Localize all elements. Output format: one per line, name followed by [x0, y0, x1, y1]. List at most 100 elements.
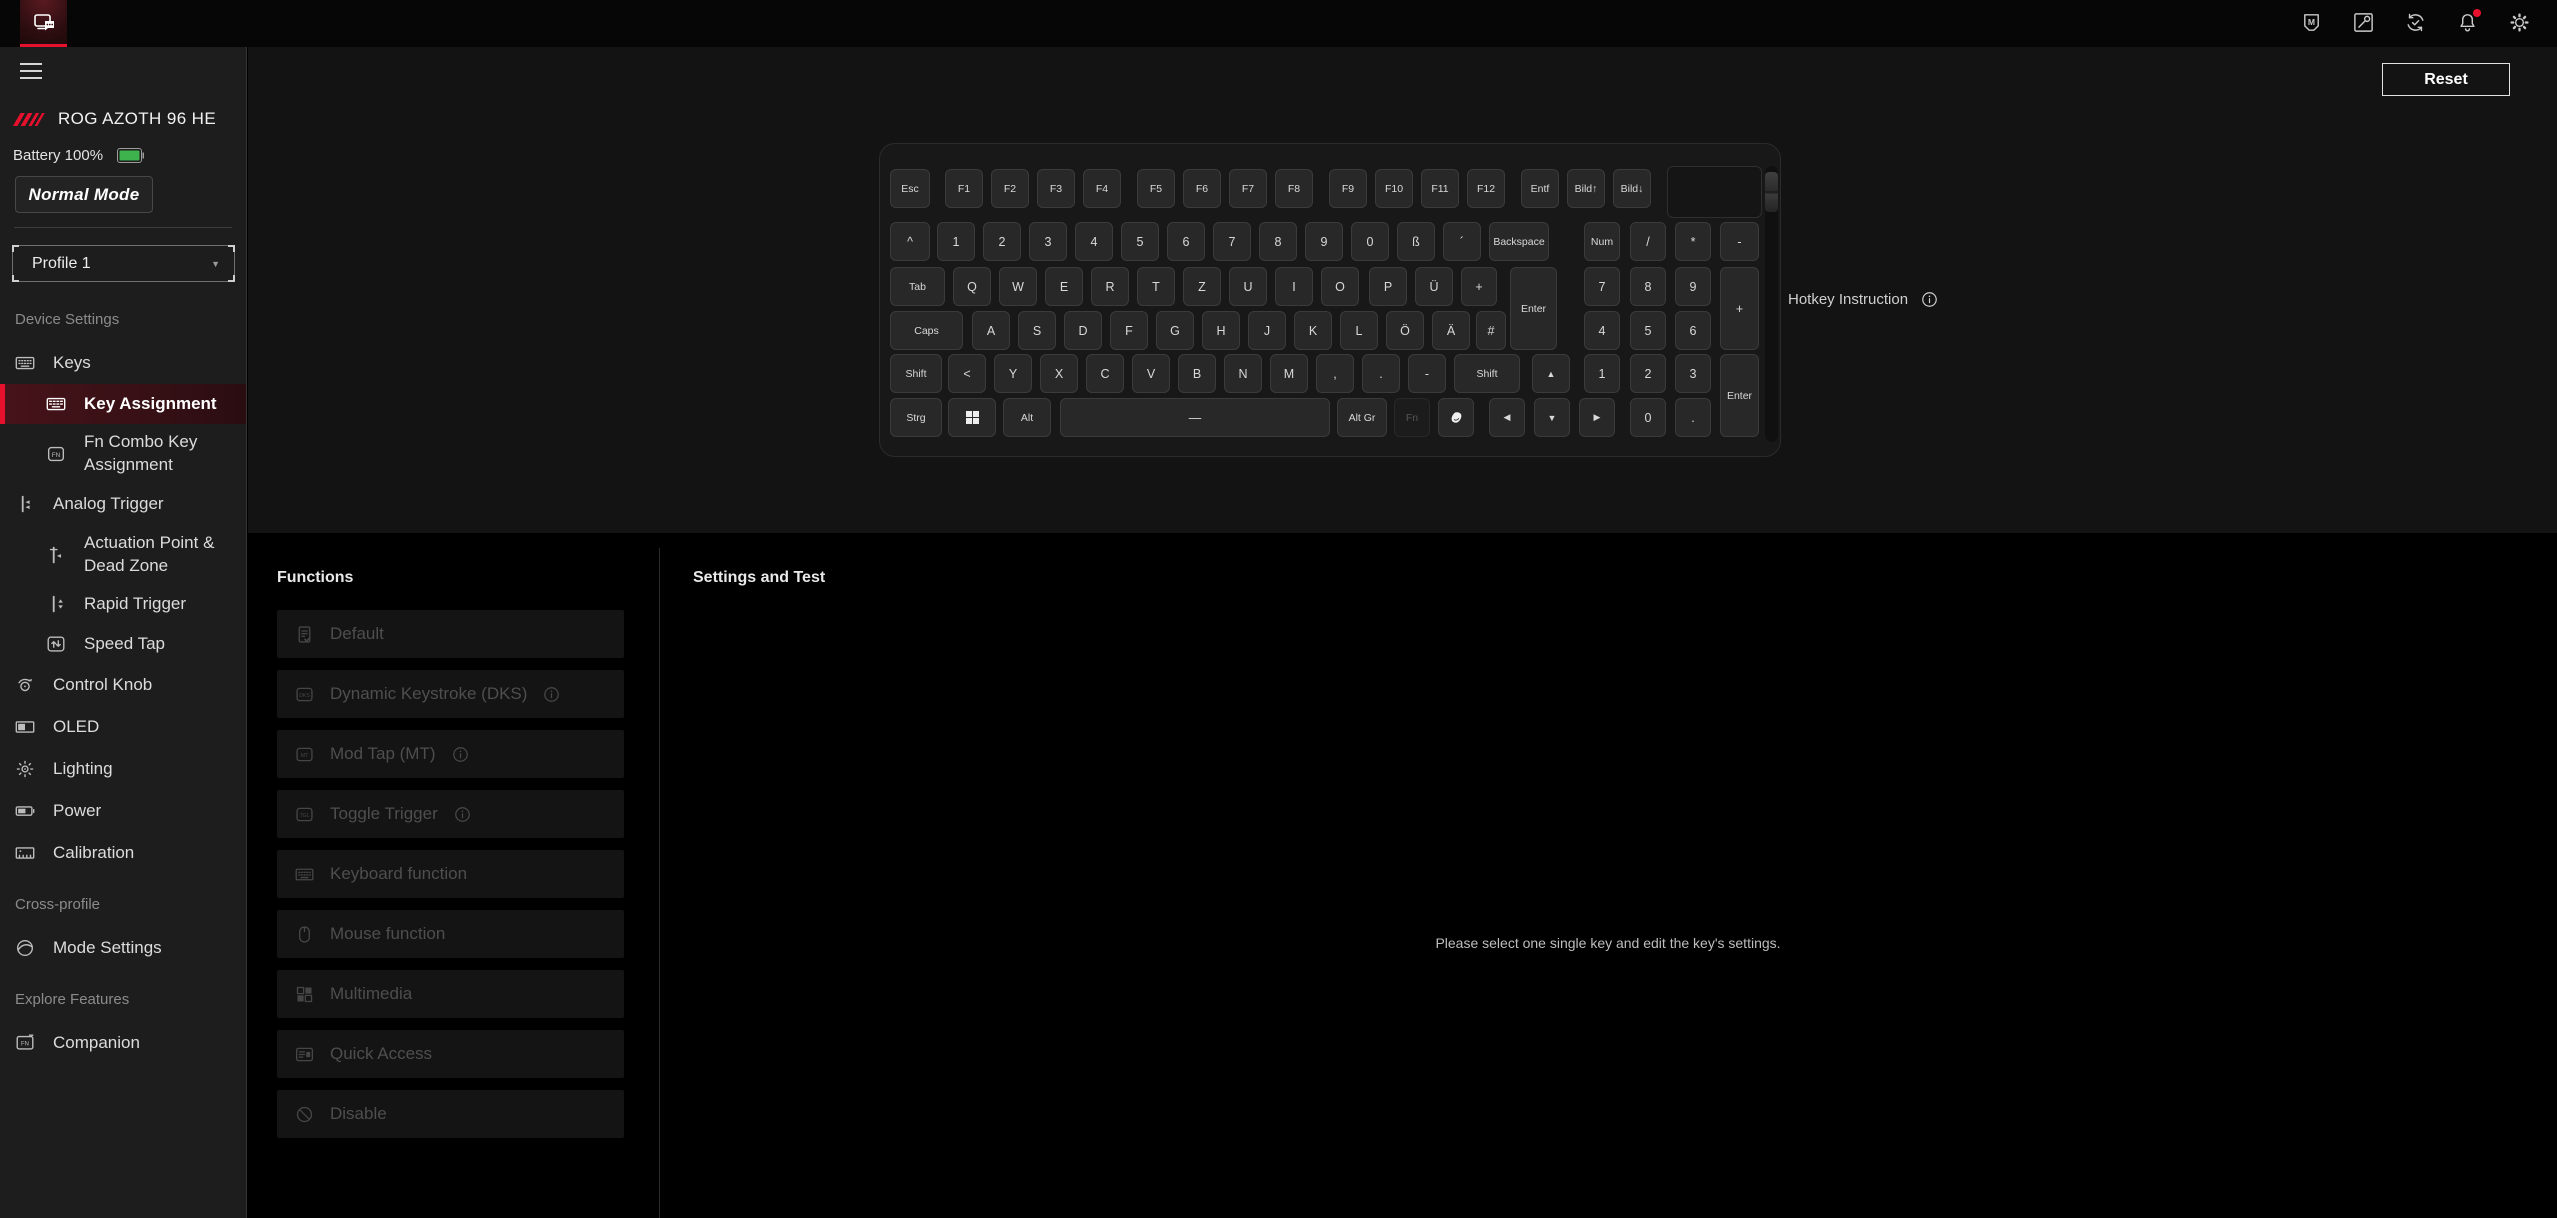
app-settings-icon[interactable] — [2508, 11, 2531, 34]
function-item-keyboard-function[interactable]: Keyboard function — [277, 850, 624, 898]
key-shift[interactable]: Shift — [1454, 354, 1520, 393]
reset-button[interactable]: Reset — [2382, 63, 2510, 96]
key-windows[interactable] — [948, 398, 996, 437]
numpad-key-6[interactable]: 6 — [1675, 311, 1711, 350]
key-o[interactable]: O — [1321, 267, 1359, 306]
key-f6[interactable]: F6 — [1183, 169, 1221, 208]
key-3[interactable]: 3 — [1029, 222, 1067, 261]
key-caret[interactable]: ^ — [890, 222, 930, 261]
function-item-mouse-function[interactable]: Mouse function — [277, 910, 624, 958]
sidebar-item-keys[interactable]: Keys — [0, 342, 246, 384]
key-g[interactable]: G — [1156, 311, 1194, 350]
key-z[interactable]: Z — [1183, 267, 1221, 306]
key-space[interactable]: — — [1060, 398, 1330, 437]
sidebar-item-control-knob[interactable]: Control Knob — [0, 664, 246, 706]
sidebar-item-calibration[interactable]: Calibration — [0, 832, 246, 874]
key-f1[interactable]: F1 — [945, 169, 983, 208]
key-v[interactable]: V — [1132, 354, 1170, 393]
key-2[interactable]: 2 — [983, 222, 1021, 261]
key-arrow-up[interactable]: ▲ — [1532, 354, 1570, 393]
key-less-than[interactable]: < — [948, 354, 986, 393]
key-key[interactable]: Ä — [1432, 311, 1470, 350]
key-w[interactable]: W — [999, 267, 1037, 306]
key-enter[interactable]: Enter — [1510, 267, 1557, 350]
numpad-key-1[interactable]: 1 — [1584, 354, 1620, 393]
key-f7[interactable]: F7 — [1229, 169, 1267, 208]
key-f9[interactable]: F9 — [1329, 169, 1367, 208]
sidebar-item-power[interactable]: Power — [0, 790, 246, 832]
menu-toggle-button[interactable] — [20, 62, 44, 80]
numpad-key-5[interactable]: 5 — [1630, 311, 1666, 350]
profile-select[interactable]: Profile 1 ▼ — [12, 245, 235, 282]
key-8[interactable]: 8 — [1259, 222, 1297, 261]
key-7[interactable]: 7 — [1213, 222, 1251, 261]
key-n[interactable]: N — [1224, 354, 1262, 393]
key-f12[interactable]: F12 — [1467, 169, 1505, 208]
key-fn[interactable]: Fn — [1394, 398, 1430, 437]
numpad-key-3[interactable]: 3 — [1675, 354, 1711, 393]
key-key[interactable]: Ü — [1415, 267, 1453, 306]
key-f5[interactable]: F5 — [1137, 169, 1175, 208]
tab-device-keyboard[interactable] — [20, 0, 67, 47]
numpad-key-enter[interactable]: Enter — [1720, 354, 1759, 437]
key-copilot[interactable] — [1438, 398, 1474, 437]
key-f10[interactable]: F10 — [1375, 169, 1413, 208]
key-j[interactable]: J — [1248, 311, 1286, 350]
key-alt-gr[interactable]: Alt Gr — [1337, 398, 1387, 437]
info-icon[interactable] — [451, 745, 470, 764]
numpad-key-7[interactable]: 7 — [1584, 267, 1620, 306]
key-f8[interactable]: F8 — [1275, 169, 1313, 208]
key-backspace[interactable]: Backspace — [1489, 222, 1549, 261]
sidebar-item-lighting[interactable]: Lighting — [0, 748, 246, 790]
numpad-key-plus[interactable]: + — [1720, 267, 1759, 350]
numpad-key-4[interactable]: 4 — [1584, 311, 1620, 350]
function-item-quick-access[interactable]: Quick Access — [277, 1030, 624, 1078]
key-tab[interactable]: Tab — [890, 267, 945, 306]
key-a[interactable]: A — [972, 311, 1010, 350]
key-arrow-right[interactable]: ▶ — [1579, 398, 1615, 437]
key-esc[interactable]: Esc — [890, 169, 930, 208]
key-r[interactable]: R — [1091, 267, 1129, 306]
key-key[interactable]: Ö — [1386, 311, 1424, 350]
key-4[interactable]: 4 — [1075, 222, 1113, 261]
key-5[interactable]: 5 — [1121, 222, 1159, 261]
function-item-toggle-trigger[interactable]: TGLToggle Trigger — [277, 790, 624, 838]
numpad-key-slash[interactable]: / — [1630, 222, 1666, 261]
key-l[interactable]: L — [1340, 311, 1378, 350]
numpad-key-minus[interactable]: - — [1720, 222, 1759, 261]
sidebar-item-mode-settings[interactable]: Mode Settings — [0, 927, 246, 969]
info-icon[interactable] — [542, 685, 561, 704]
sidebar-item-analog-trigger[interactable]: Analog Trigger — [0, 483, 246, 525]
key-0[interactable]: 0 — [1351, 222, 1389, 261]
notifications-icon[interactable] — [2456, 11, 2479, 34]
key-bild-up[interactable]: Bild↑ — [1567, 169, 1605, 208]
numpad-key-0[interactable]: 0 — [1630, 398, 1666, 437]
sidebar-item-rapid-trigger[interactable]: Rapid Trigger — [0, 584, 246, 624]
key-hash[interactable]: # — [1476, 311, 1506, 350]
control-knob[interactable] — [1765, 172, 1778, 212]
sidebar-item-fn-combo-key-assignment[interactable]: FNFn Combo Key Assignment — [0, 424, 246, 483]
key-p[interactable]: P — [1369, 267, 1407, 306]
key-y[interactable]: Y — [994, 354, 1032, 393]
numpad-key-asterisk[interactable]: * — [1675, 222, 1711, 261]
key-6[interactable]: 6 — [1167, 222, 1205, 261]
key-d[interactable]: D — [1064, 311, 1102, 350]
function-item-default[interactable]: Default — [277, 610, 624, 658]
key-h[interactable]: H — [1202, 311, 1240, 350]
key-arrow-left[interactable]: ◀ — [1489, 398, 1525, 437]
key-1[interactable]: 1 — [937, 222, 975, 261]
numpad-key-bild-down[interactable]: Bild↓ — [1613, 169, 1651, 208]
key-f[interactable]: F — [1110, 311, 1148, 350]
key-strg[interactable]: Strg — [890, 398, 942, 437]
function-item-mod-tap-mt[interactable]: MTMod Tap (MT) — [277, 730, 624, 778]
key-f4[interactable]: F4 — [1083, 169, 1121, 208]
key-f11[interactable]: F11 — [1421, 169, 1459, 208]
sidebar-item-speed-tap[interactable]: Speed Tap — [0, 624, 246, 664]
key-c[interactable]: C — [1086, 354, 1124, 393]
numpad-key-9[interactable]: 9 — [1675, 267, 1711, 306]
key-eszett[interactable]: ß — [1397, 222, 1435, 261]
info-icon[interactable] — [453, 805, 472, 824]
update-check-icon[interactable] — [2404, 11, 2427, 34]
sidebar-item-actuation-point-and-dead-zone[interactable]: Actuation Point & Dead Zone — [0, 525, 246, 584]
key-alt[interactable]: Alt — [1003, 398, 1051, 437]
